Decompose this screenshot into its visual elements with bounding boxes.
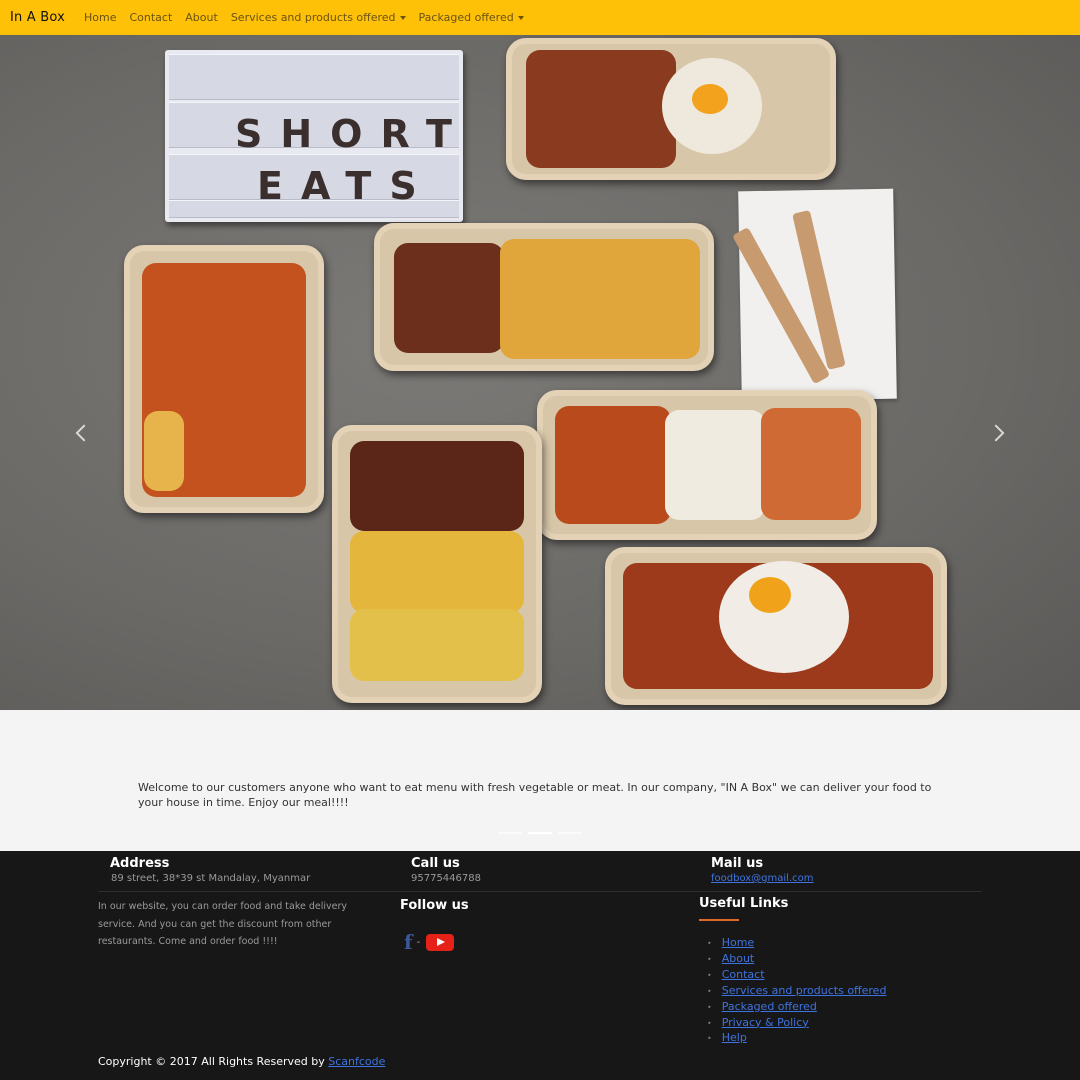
food-box-fries-meat — [374, 223, 714, 371]
list-item[interactable]: Privacy & Policy — [707, 1016, 886, 1032]
food-box-curry-rice-salad — [537, 390, 877, 540]
carousel-indicator[interactable] — [558, 832, 582, 834]
list-item[interactable]: Contact — [707, 968, 886, 984]
caret-down-icon — [517, 15, 524, 20]
nav-home-link[interactable]: Home — [84, 11, 116, 24]
carousel-indicator-active[interactable] — [528, 832, 552, 834]
list-item[interactable]: Packaged offered — [707, 1000, 886, 1016]
food-box-meat-potato-rice — [332, 425, 542, 703]
short-eats-lightbox: SHORT EATS — [165, 50, 463, 222]
call-title: Call us — [411, 856, 460, 871]
social-links: f - — [404, 930, 455, 954]
welcome-text: Welcome to our customers anyone who want… — [138, 781, 932, 809]
nav-services-dropdown[interactable]: Services and products offered — [231, 11, 406, 24]
useful-links-title: Useful Links — [699, 896, 789, 911]
nav-contact-link[interactable]: Contact — [129, 11, 172, 24]
copyright: Copyright © 2017 All Rights Reserved by … — [98, 1055, 385, 1068]
nav-packaged-label: Packaged offered — [418, 11, 514, 24]
nav-packaged-dropdown[interactable]: Packaged offered — [419, 11, 524, 24]
useful-link-services[interactable]: Services and products offered — [722, 984, 887, 997]
caret-down-icon — [399, 15, 406, 20]
napkin — [732, 188, 897, 402]
list-item[interactable]: Services and products offered — [707, 984, 887, 1000]
footer-divider — [98, 891, 982, 892]
nav-services-label: Services and products offered — [230, 11, 396, 24]
food-box-chicken-egg — [506, 38, 836, 180]
mail-title: Mail us — [711, 856, 764, 871]
copyright-link[interactable]: Scanfcode — [328, 1055, 385, 1068]
useful-link-contact[interactable]: Contact — [722, 968, 765, 981]
mail-link[interactable]: foodbox@gmail.com — [711, 873, 814, 884]
useful-link-packaged[interactable]: Packaged offered — [722, 1000, 817, 1013]
list-item[interactable]: Help — [707, 1031, 886, 1047]
social-separator: - — [416, 936, 421, 948]
lightbox-word-eats: EATS — [257, 164, 435, 208]
facebook-icon[interactable]: f — [404, 930, 413, 954]
list-item[interactable]: About — [707, 952, 886, 968]
carousel-indicator[interactable] — [498, 832, 522, 834]
food-box-stirfry-egg — [605, 547, 947, 705]
useful-link-help[interactable]: Help — [722, 1031, 747, 1044]
carousel-indicators — [498, 832, 588, 834]
useful-link-home[interactable]: Home — [722, 936, 754, 949]
navbar: In A Box Home Contact About Services and… — [0, 0, 1080, 35]
lightbox-word-short: SHORT — [235, 112, 470, 156]
useful-links-list: Home About Contact Services and products… — [707, 936, 887, 1047]
footer-about-text: In our website, you can order food and t… — [98, 901, 347, 947]
footer: Address 89 street, 38*39 st Mandalay, My… — [0, 851, 1080, 1080]
food-box-chicken-fries — [124, 245, 324, 513]
follow-title: Follow us — [400, 898, 469, 913]
youtube-icon[interactable] — [426, 933, 455, 951]
brand-logo[interactable]: In A Box — [10, 10, 65, 25]
address-title: Address — [110, 856, 170, 871]
address-value: 89 street, 38*39 st Mandalay, Myanmar — [111, 873, 311, 884]
list-item[interactable]: Home — [707, 936, 886, 952]
useful-link-about[interactable]: About — [722, 952, 755, 965]
hero-carousel: SHORT EATS — [0, 35, 1080, 710]
copyright-text: Copyright © 2017 All Rights Reserved by — [98, 1055, 325, 1068]
useful-link-privacy[interactable]: Privacy & Policy — [722, 1016, 809, 1029]
nav-about-link[interactable]: About — [185, 11, 218, 24]
carousel-caption: Welcome to our customers anyone who want… — [0, 710, 1080, 851]
call-value: 95775446788 — [411, 873, 481, 884]
useful-links-underline — [699, 919, 739, 921]
